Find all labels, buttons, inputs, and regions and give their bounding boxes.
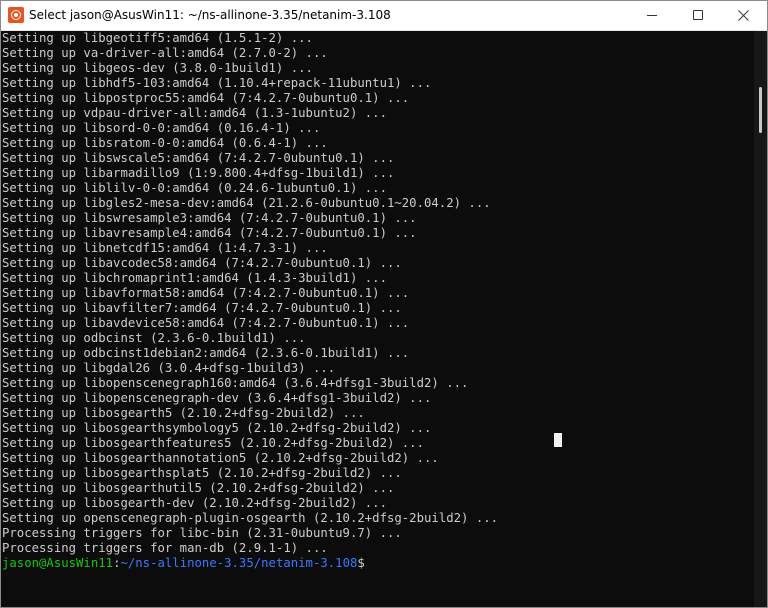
terminal-line: Setting up libosgearthsymbology5 (2.10.2… (2, 421, 432, 435)
terminal-line: Setting up odbcinst1debian2:amd64 (2.3.6… (2, 346, 410, 360)
terminal-line: Setting up libchromaprint1:amd64 (1.4.3-… (2, 271, 387, 285)
terminal-line: Setting up libhdf5-103:amd64 (1.10.4+rep… (2, 76, 432, 90)
prompt-line: jason@AsusWin11:~/ns-allinone-3.35/netan… (2, 556, 754, 571)
terminal-line: Setting up libavfilter7:amd64 (7:4.2.7-0… (2, 301, 402, 315)
terminal-window: Select jason@AsusWin11: ~/ns-allinone-3.… (0, 0, 768, 608)
terminal-line: Processing triggers for libc-bin (2.31-0… (2, 526, 402, 540)
terminal-line: Setting up libopenscenegraph160:amd64 (3… (2, 376, 469, 390)
terminal-line: Setting up libsord-0-0:amd64 (0.16.4-1) … (2, 121, 321, 135)
terminal-line: Setting up libavdevice58:amd64 (7:4.2.7-… (2, 316, 410, 330)
terminal-line: Setting up libavformat58:amd64 (7:4.2.7-… (2, 286, 410, 300)
terminal-line: Setting up libosgearthannotation5 (2.10.… (2, 451, 439, 465)
prompt-path: ~/ns-allinone-3.35/netanim-3.108 (120, 556, 358, 570)
ubuntu-icon[interactable] (8, 7, 24, 23)
close-button[interactable] (721, 1, 767, 30)
maximize-button[interactable] (675, 1, 721, 30)
terminal-line: Setting up libosgearth5 (2.10.2+dfsg-2bu… (2, 406, 365, 420)
vertical-scrollbar[interactable] (754, 31, 767, 607)
text-cursor (554, 433, 562, 447)
terminal-line: Setting up libosgearthsplat5 (2.10.2+dfs… (2, 466, 402, 480)
title-bar[interactable]: Select jason@AsusWin11: ~/ns-allinone-3.… (1, 1, 767, 31)
terminal-line: Setting up libosgearthfeatures5 (2.10.2+… (2, 436, 424, 450)
window-title: Select jason@AsusWin11: ~/ns-allinone-3.… (29, 8, 391, 22)
terminal-line: Setting up libgeos-dev (3.8.0-1build1) .… (2, 61, 313, 75)
terminal-line: Setting up libavcodec58:amd64 (7:4.2.7-0… (2, 256, 402, 270)
terminal-line: Setting up libosgearth-dev (2.10.2+dfsg-… (2, 496, 387, 510)
minimize-button[interactable] (629, 1, 675, 30)
terminal-line: Setting up libswresample3:amd64 (7:4.2.7… (2, 211, 417, 225)
terminal-line: Setting up vdpau-driver-all:amd64 (1.3-1… (2, 106, 387, 120)
terminal-line: Processing triggers for man-db (2.9.1-1)… (2, 541, 328, 555)
terminal-line: Setting up libsratom-0-0:amd64 (0.6.4-1)… (2, 136, 328, 150)
close-icon (738, 10, 749, 21)
prompt-user: jason@AsusWin11 (2, 556, 114, 570)
terminal-line: Setting up libgeotiff5:amd64 (1.5.1-2) .… (2, 31, 313, 45)
terminal-line: Setting up libopenscenegraph-dev (3.6.4+… (2, 391, 432, 405)
terminal-line: Setting up libavresample4:amd64 (7:4.2.7… (2, 226, 417, 240)
terminal-line: Setting up libgles2-mesa-dev:amd64 (21.2… (2, 196, 491, 210)
scrollbar-thumb[interactable] (759, 87, 762, 133)
minimize-icon (647, 15, 657, 16)
terminal-line: Setting up openscenegraph-plugin-osgeart… (2, 511, 499, 525)
terminal-line: Setting up libgdal26 (3.0.4+dfsg-1build3… (2, 361, 336, 375)
terminal-line: Setting up va-driver-all:amd64 (2.7.0-2)… (2, 46, 328, 60)
terminal-line: Setting up libswscale5:amd64 (7:4.2.7-0u… (2, 151, 395, 165)
terminal-line: Setting up liblilv-0-0:amd64 (0.24.6-1ub… (2, 181, 387, 195)
terminal-line: Setting up libpostproc55:amd64 (7:4.2.7-… (2, 91, 410, 105)
prompt-symbol: $ (357, 556, 365, 570)
terminal-line: Setting up libarmadillo9 (1:9.800.4+dfsg… (2, 166, 395, 180)
terminal-output[interactable]: Setting up libgeotiff5:amd64 (1.5.1-2) .… (1, 31, 754, 607)
terminal-line: Setting up libnetcdf15:amd64 (1:4.7.3-1)… (2, 241, 328, 255)
terminal-line: Setting up odbcinst (2.3.6-0.1build1) ..… (2, 331, 306, 345)
terminal-line: Setting up libosgearthutil5 (2.10.2+dfsg… (2, 481, 395, 495)
maximize-icon (693, 10, 703, 20)
